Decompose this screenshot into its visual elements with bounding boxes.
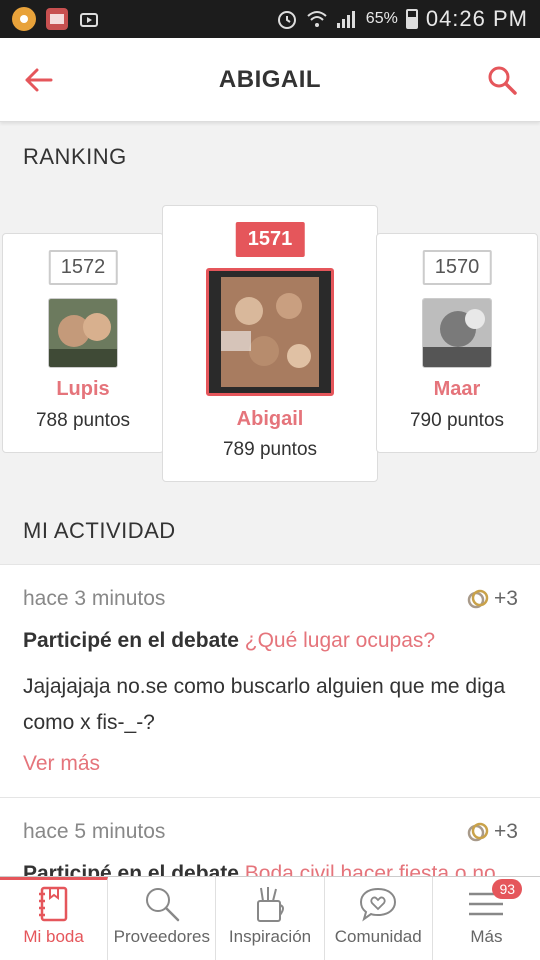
rank-position-badge: 1572 [48, 250, 118, 285]
avatar [422, 298, 492, 368]
rank-position-badge: 1571 [235, 222, 305, 257]
activity-heading: Participé en el debate Boda civil hacer … [23, 862, 496, 877]
activity-points-value: +3 [494, 587, 518, 610]
bottom-navigation: Mi boda Proveedores Inspiración Comunida… [0, 876, 540, 960]
search-icon [145, 888, 180, 922]
activity-item[interactable]: hace 3 minutos +3 Participé en el debate… [0, 564, 540, 798]
search-icon [488, 66, 517, 95]
activity-body: Jajajajaja no.se como buscarlo alguien q… [23, 675, 506, 734]
activity-heading-prefix: Participé en el debate [23, 862, 245, 877]
activity-points: +3 [466, 820, 518, 844]
message-notification-icon [46, 8, 68, 30]
rings-icon [467, 589, 489, 609]
arrow-left-icon [25, 68, 53, 92]
rank-position-badge: 1570 [422, 250, 492, 285]
activity-points-value: +3 [494, 820, 518, 843]
activity-time: hace 3 minutos [23, 587, 166, 610]
rank-user-name: Maar [433, 378, 481, 400]
pencil-cup-icon [257, 887, 284, 922]
avatar [206, 268, 334, 396]
activity-points: +3 [466, 587, 518, 611]
notification-badge: 93 [492, 879, 523, 899]
back-button[interactable] [18, 62, 58, 98]
rank-user-score: 789 puntos [222, 439, 318, 460]
activity-heading-prefix: Participé en el debate [23, 629, 245, 652]
nav-comunidad[interactable]: Comunidad [325, 877, 433, 960]
ranking-card-abigail[interactable]: 1571 Abigail 789 puntos [162, 205, 378, 482]
activity-time: hace 5 minutos [23, 820, 166, 843]
activity-debate-link[interactable]: ¿Qué lugar ocupas? [245, 629, 435, 652]
activity-item[interactable]: hace 5 minutos +3 Participé en el debate… [0, 797, 540, 877]
rank-user-name: Lupis [56, 378, 110, 400]
alarm-icon [277, 11, 296, 29]
nav-label: Proveedores [113, 927, 210, 946]
ranking-title: RANKING [23, 144, 127, 169]
ranking-card-maar[interactable]: 1570 Maar 790 puntos [376, 233, 538, 453]
app-notification-icon [12, 7, 36, 31]
rank-user-score: 788 puntos [35, 410, 131, 431]
battery-icon [405, 9, 418, 29]
nav-proveedores[interactable]: Proveedores [108, 877, 217, 960]
rank-user-score: 790 puntos [409, 410, 505, 431]
nav-label: Inspiración [228, 927, 312, 946]
clock: 04:26 PM [425, 6, 528, 31]
nav-label: Más [470, 927, 503, 946]
activity-debate-link[interactable]: Boda civil hacer fiesta o no [245, 862, 496, 877]
activity-title: MI ACTIVIDAD [23, 518, 176, 543]
nav-label: Comunidad [334, 927, 422, 946]
nav-label: Mi boda [23, 927, 84, 946]
app-header: ABIGAIL [0, 38, 540, 122]
search-button[interactable] [482, 62, 522, 98]
status-bar: 65% 04:26 PM [0, 0, 540, 38]
nav-inspiracion[interactable]: Inspiración [216, 877, 325, 960]
activity-heading: Participé en el debate ¿Qué lugar ocupas… [23, 629, 435, 653]
page-title: ABIGAIL [218, 65, 322, 93]
chat-heart-icon [360, 887, 397, 922]
avatar [48, 298, 118, 368]
rings-icon [467, 822, 489, 842]
battery-percent: 65% [365, 10, 398, 27]
signal-icon [336, 11, 355, 28]
wifi-icon [307, 11, 327, 27]
see-more-link[interactable]: Ver más [23, 752, 100, 776]
nav-mas[interactable]: Más 93 [433, 877, 540, 960]
notebook-icon [38, 886, 67, 922]
media-notification-icon [78, 8, 100, 30]
ranking-card-lupis[interactable]: 1572 Lupis 788 puntos [2, 233, 164, 453]
rank-user-name: Abigail [236, 408, 304, 430]
nav-mi-boda[interactable]: Mi boda [0, 877, 109, 960]
